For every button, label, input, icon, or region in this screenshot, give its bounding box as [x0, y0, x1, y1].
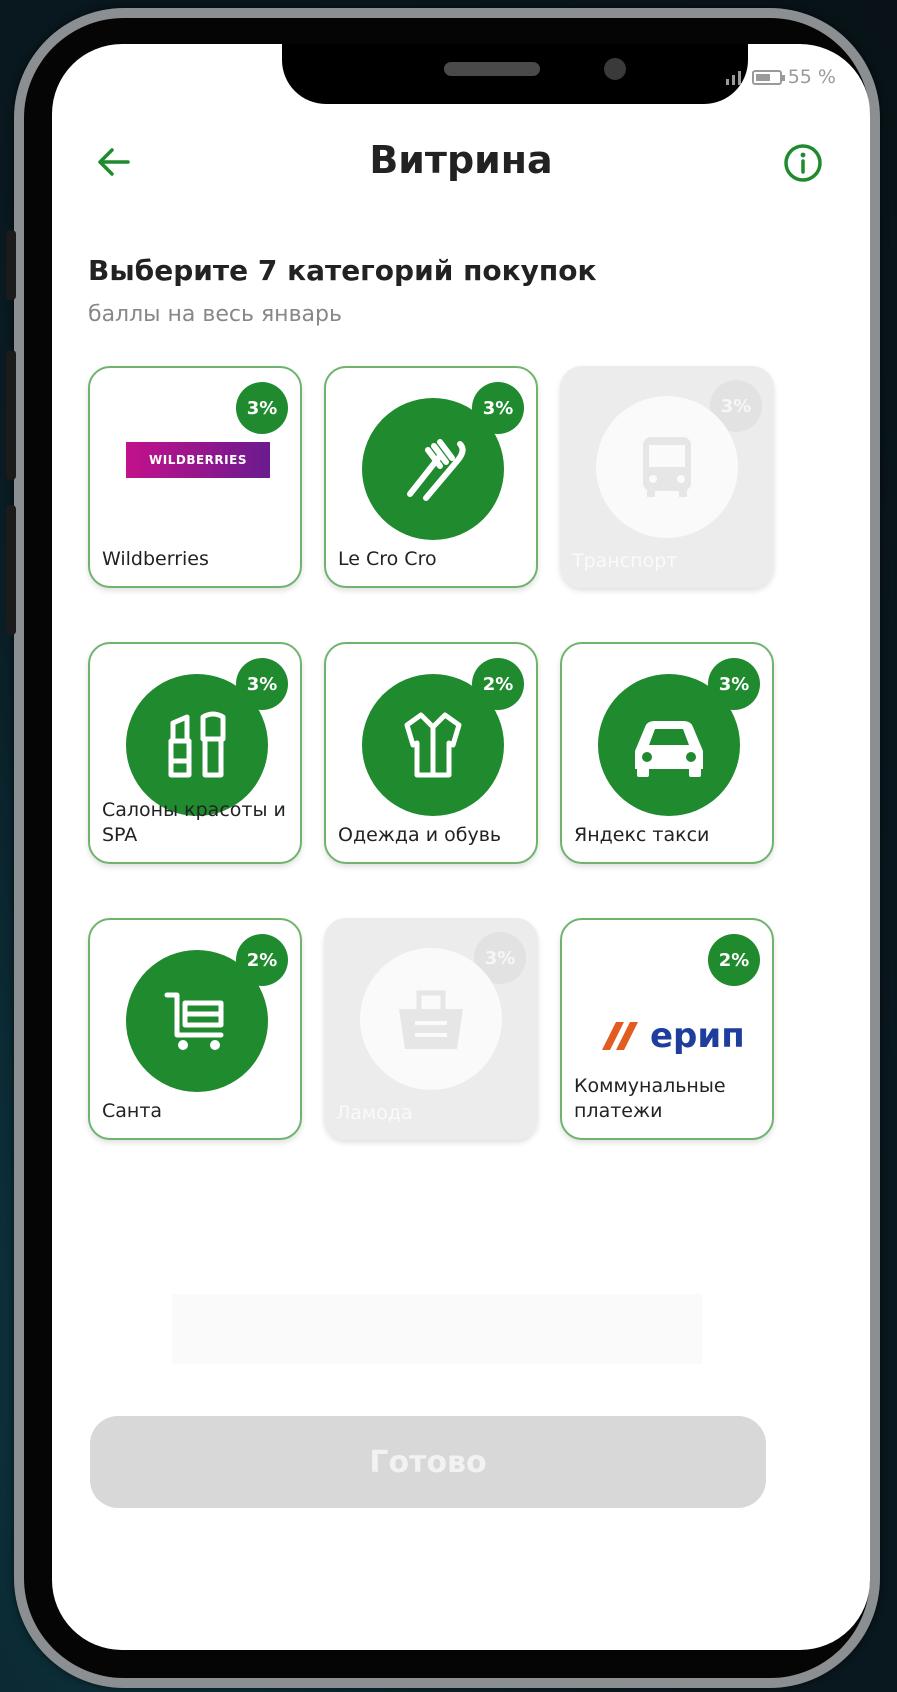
status-bar: 55 % — [724, 66, 836, 88]
car-icon — [635, 721, 703, 777]
category-tile-clothing[interactable]: 2% Одежда и обувь — [324, 642, 538, 864]
speaker — [444, 62, 540, 76]
category-tile-lamoda[interactable]: 3% Ламода — [324, 918, 538, 1140]
category-tile-wildberries[interactable]: 3% WILDBERRIES Wildberries — [88, 366, 302, 588]
section-subheading: баллы на весь январь — [88, 302, 342, 327]
category-icon-circle — [126, 950, 268, 1092]
bus-icon — [643, 437, 691, 497]
cosmetics-icon — [168, 711, 226, 778]
category-label: Санта — [102, 1100, 163, 1122]
category-label: Wildberries — [102, 548, 209, 570]
category-tile-santa[interactable]: 2% Санта — [88, 918, 302, 1140]
percent-badge: 3% — [236, 382, 288, 434]
category-label: Салоны красоты и SPA — [102, 799, 286, 846]
info-icon[interactable] — [782, 142, 824, 184]
category-label: Le Cro Cro — [338, 548, 437, 570]
percent-badge: 2% — [708, 934, 760, 986]
phone-side-button — [6, 505, 16, 635]
category-tile-utilities[interactable]: 2% ерип Коммунальные платежи — [560, 918, 774, 1140]
category-label: Одежда и обувь — [338, 824, 502, 846]
clothing-icon — [404, 712, 462, 778]
page-title: Витрина — [369, 138, 553, 182]
category-label: Коммунальные платежи — [574, 1075, 726, 1122]
shopping-cart-icon — [164, 992, 224, 1050]
erip-logo-mark — [602, 1022, 638, 1050]
category-label: Ламода — [336, 1102, 413, 1124]
category-label: Яндекс такси — [574, 824, 710, 846]
category-tile-transport[interactable]: 3% Транспорт — [560, 366, 774, 588]
category-tile-beauty-spa[interactable]: 3% Салоны красоты и SPA — [88, 642, 302, 864]
phone-side-button — [6, 230, 16, 300]
category-icon-circle — [596, 396, 738, 538]
category-label: Транспорт — [572, 550, 678, 572]
phone-side-button — [6, 350, 16, 480]
fork-knife-icon — [407, 439, 466, 501]
category-tile-le-cro-cro[interactable]: 3% Le Cro Cro — [324, 366, 538, 588]
category-icon-circle — [362, 674, 504, 816]
signal-icon — [725, 71, 741, 85]
app-screen: 55 % Витрина Выберите 7 категорий покупо… — [52, 44, 870, 1650]
section-heading: Выберите 7 категорий покупок — [88, 254, 597, 287]
category-tile-yandex-taxi[interactable]: 3% Яндекс такси — [560, 642, 774, 864]
hint-placeholder — [172, 1294, 702, 1364]
battery-icon — [751, 69, 785, 85]
erip-logo-text: ерип — [650, 1016, 745, 1056]
battery-level: 55 % — [787, 66, 836, 88]
done-button[interactable]: Готово — [90, 1416, 766, 1508]
basket-icon — [399, 990, 463, 1049]
erip-logo: ерип — [598, 1016, 745, 1056]
category-icon-circle — [362, 398, 504, 540]
wildberries-logo: WILDBERRIES — [126, 442, 270, 478]
category-icon-circle — [360, 948, 502, 1090]
phone-notch — [282, 44, 748, 104]
front-camera — [604, 58, 626, 80]
category-icon-circle — [126, 674, 268, 816]
category-icon-circle — [598, 674, 740, 816]
